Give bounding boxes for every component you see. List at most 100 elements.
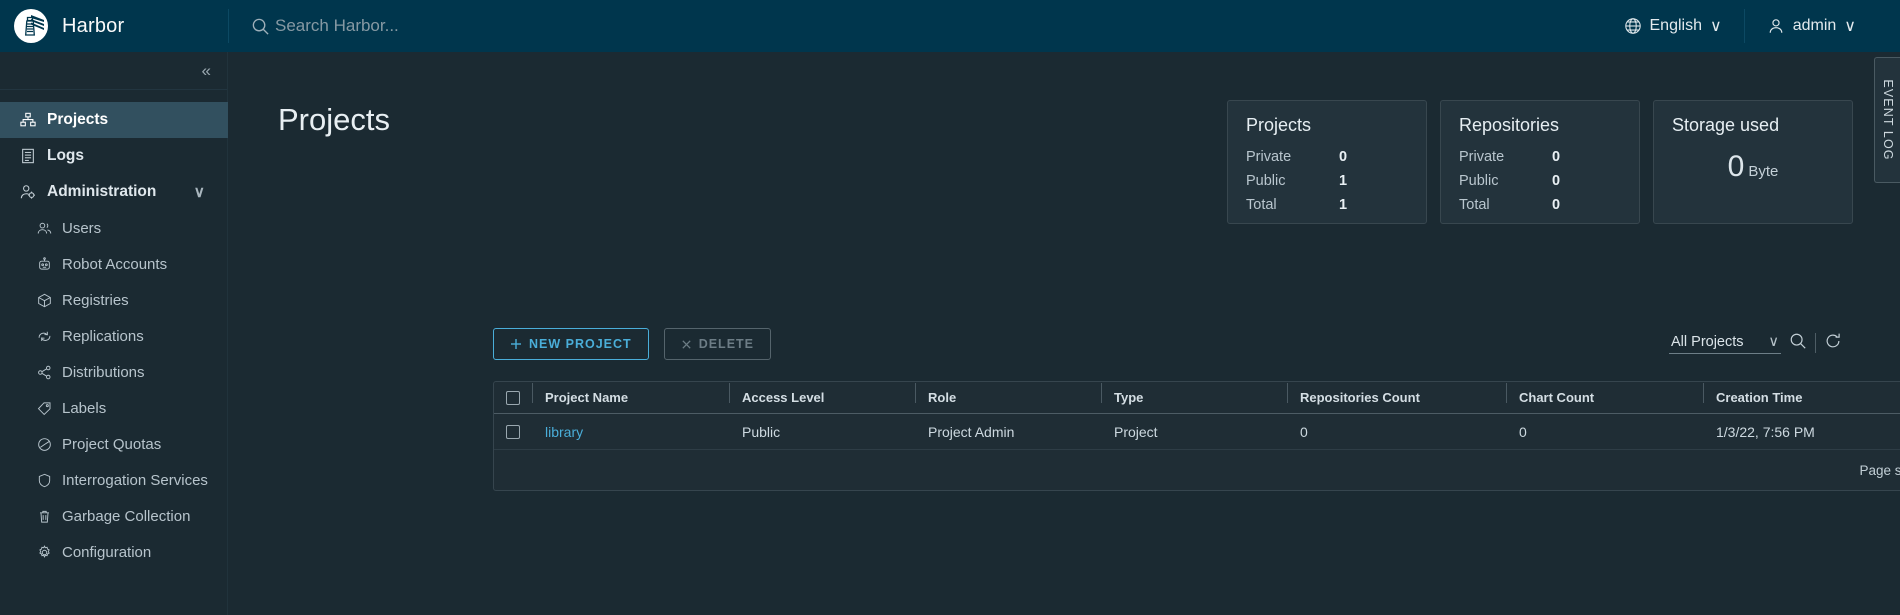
project-scope-select[interactable]: All Projects ∨ <box>1669 332 1781 354</box>
projects-summary-card: Projects Private 0 Public 1 Total 1 <box>1227 100 1427 224</box>
event-log-label: EVENT LOG <box>1880 79 1895 161</box>
repositories-summary-card: Repositories Private 0 Public 0 Total 0 <box>1440 100 1640 224</box>
card-row-label: Private <box>1246 149 1292 165</box>
sidebar-item-administration[interactable]: Administration ∨ <box>0 174 227 210</box>
user-label: admin <box>1792 17 1837 34</box>
sidebar-item-label: Robot Accounts <box>62 255 168 273</box>
brand-area[interactable]: Harbor <box>0 0 228 52</box>
chevron-down-icon: ∨ <box>1709 18 1722 35</box>
sidebar-item-label: Interrogation Services <box>62 471 208 489</box>
sidebar-item-label: Configuration <box>62 543 152 561</box>
projects-table: Project Name Access Level Role Type Repo… <box>493 381 1900 491</box>
row-checkbox[interactable] <box>506 424 520 439</box>
column-header-repositories-count[interactable]: Repositories Count <box>1287 383 1506 405</box>
quota-pie-icon <box>37 437 52 452</box>
table-row[interactable]: library Public Project Admin Project 0 0… <box>494 414 1900 450</box>
sidebar-item-label: Distributions <box>62 363 145 381</box>
sidebar-item-labels[interactable]: Labels <box>0 390 227 426</box>
sidebar-item-registries[interactable]: Registries <box>0 282 227 318</box>
card-row-label: Total <box>1246 197 1277 213</box>
trash-icon <box>37 509 52 524</box>
card-row-value: 1 <box>1339 197 1348 213</box>
sidebar-item-label: Projects <box>47 111 109 128</box>
sidebar-item-projects[interactable]: Projects <box>0 102 228 138</box>
sidebar-item-distributions[interactable]: Distributions <box>0 354 227 390</box>
card-title: Repositories <box>1459 115 1560 135</box>
card-row-value: 0 <box>1552 173 1561 189</box>
main-content: Projects Projects Private 0 Public 1 Tot… <box>228 52 1900 615</box>
registry-cube-icon <box>37 293 52 308</box>
delete-button[interactable]: DELETE <box>663 328 771 360</box>
language-selector[interactable]: English ∨ <box>1602 0 1744 52</box>
sidebar-item-configuration[interactable]: Configuration <box>0 534 227 570</box>
card-row: Public 1 <box>1246 169 1408 193</box>
sidebar-item-label: Project Quotas <box>62 435 162 453</box>
card-row-value: 0 <box>1339 149 1348 165</box>
sidebar-item-label: Registries <box>62 291 129 309</box>
card-row: Private 0 <box>1246 145 1408 169</box>
card-row-label: Total <box>1459 197 1490 213</box>
chevron-down-icon: ∨ <box>193 183 205 201</box>
cell-chart-count: 0 <box>1519 423 1527 440</box>
sidebar-item-project-quotas[interactable]: Project Quotas <box>0 426 227 462</box>
refresh-button[interactable] <box>1816 328 1850 358</box>
card-row-label: Private <box>1459 149 1505 165</box>
plus-icon <box>510 338 522 350</box>
sidebar-item-label: Users <box>62 219 102 237</box>
column-header-role[interactable]: Role <box>915 383 1101 405</box>
column-header-creation-time[interactable]: Creation Time <box>1703 383 1900 405</box>
select-all-checkbox[interactable] <box>506 390 520 405</box>
project-scope-value: All Projects <box>1671 334 1744 350</box>
brand-title: Harbor <box>62 14 125 37</box>
project-link[interactable]: library <box>545 424 583 440</box>
delete-label: DELETE <box>698 337 754 351</box>
sidebar-collapse-row: « <box>0 52 227 90</box>
table-footer: Page size 15 ∨ 1 - 1 of 1 items <box>494 450 1900 490</box>
sidebar-item-users[interactable]: Users <box>0 210 227 246</box>
collapse-sidebar-icon[interactable]: « <box>202 62 212 79</box>
administration-icon <box>20 184 36 200</box>
global-search[interactable] <box>229 0 1602 52</box>
summary-cards: Projects Private 0 Public 1 Total 1 Repo… <box>1227 100 1853 224</box>
event-log-tab[interactable]: EVENT LOG <box>1874 57 1900 183</box>
table-filters: All Projects ∨ <box>1669 328 1850 358</box>
cell-creation-time: 1/3/22, 7:56 PM <box>1716 423 1815 440</box>
chevron-down-icon: ∨ <box>1844 18 1856 35</box>
card-title: Storage used <box>1672 115 1780 135</box>
filter-search-button[interactable] <box>1781 328 1815 358</box>
card-title: Projects <box>1246 115 1312 135</box>
column-header-chart-count[interactable]: Chart Count <box>1506 383 1703 405</box>
table-header-row: Project Name Access Level Role Type Repo… <box>494 382 1900 414</box>
card-row: Total 1 <box>1246 193 1408 217</box>
cell-type: Project <box>1114 423 1158 440</box>
column-header-project-name[interactable]: Project Name <box>532 383 729 405</box>
storage-number: 0 <box>1727 150 1745 183</box>
search-input[interactable] <box>275 16 695 36</box>
search-icon <box>1789 332 1807 355</box>
card-row-label: Public <box>1459 173 1499 189</box>
sidebar-item-robot-accounts[interactable]: Robot Accounts <box>0 246 227 282</box>
column-header-type[interactable]: Type <box>1101 383 1287 405</box>
sidebar-item-logs[interactable]: Logs <box>0 138 227 174</box>
user-menu[interactable]: admin ∨ <box>1745 0 1878 52</box>
card-row: Public 0 <box>1459 169 1621 193</box>
gear-icon <box>37 544 52 560</box>
card-row: Total 0 <box>1459 193 1621 217</box>
card-row-value: 0 <box>1552 149 1561 165</box>
sidebar-item-interrogation-services[interactable]: Interrogation Services <box>0 462 227 498</box>
language-label: English <box>1649 17 1702 34</box>
sidebar-item-replications[interactable]: Replications <box>0 318 227 354</box>
sidebar-item-label: Administration <box>47 183 157 200</box>
sidebar-item-garbage-collection[interactable]: Garbage Collection <box>0 498 227 534</box>
card-row-label: Public <box>1246 173 1286 189</box>
cell-repositories-count: 0 <box>1300 423 1308 440</box>
storage-value: 0 Byte <box>1672 150 1834 184</box>
projects-icon <box>20 112 36 128</box>
column-header-access-level[interactable]: Access Level <box>729 383 915 405</box>
label-tag-icon <box>37 401 52 416</box>
page-size-label: Page size <box>1859 462 1900 478</box>
new-project-button[interactable]: NEW PROJECT <box>493 328 649 360</box>
app-header: Harbor English ∨ <box>0 0 1900 52</box>
projects-toolbar: NEW PROJECT DELETE <box>493 328 771 360</box>
sidebar-item-label: Labels <box>62 399 107 417</box>
